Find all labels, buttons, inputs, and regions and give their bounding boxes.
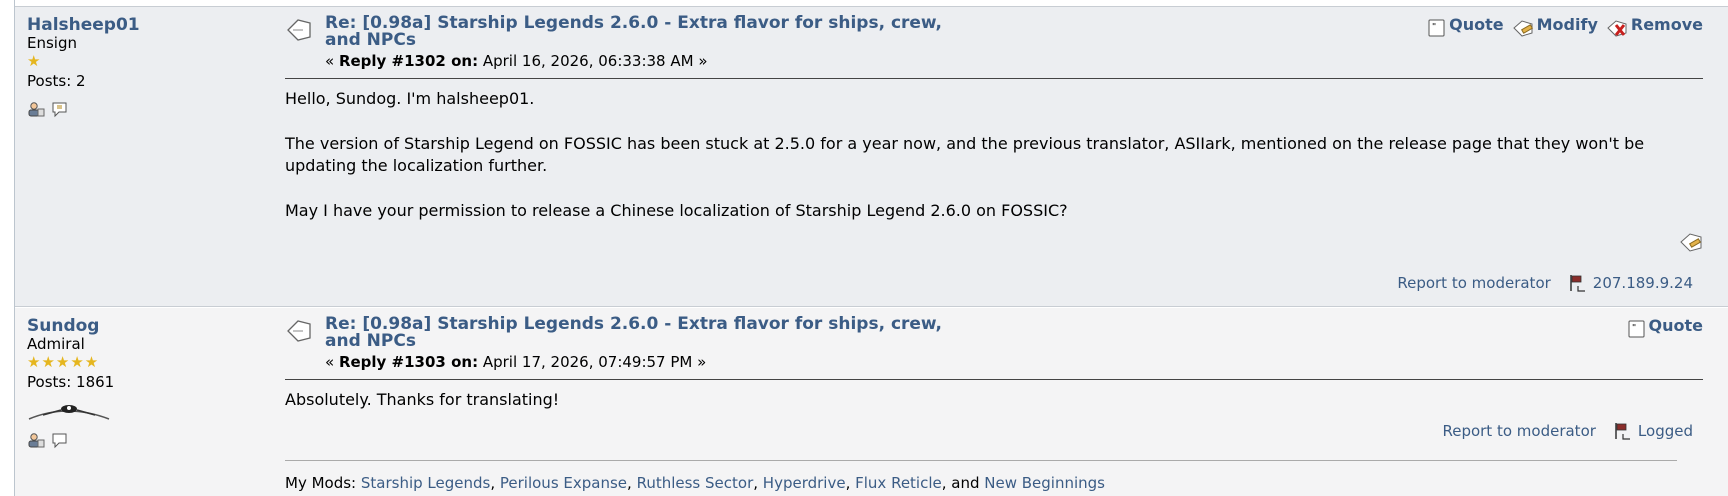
- post-body: Hello, Sundog. I'm halsheep01. The versi…: [285, 88, 1703, 245]
- quote-button[interactable]: " Quote: [1628, 316, 1703, 339]
- reply-number: Reply #1302 on:: [338, 52, 479, 70]
- post-subject-link[interactable]: Re: [0.98a] Starship Legends 2.6.0 - Ext…: [325, 15, 965, 49]
- mod-link-perilous-expanse[interactable]: Perilous Expanse: [500, 474, 627, 492]
- signature-divider: [285, 460, 1677, 461]
- reply-date: April 16, 2026, 06:33:38 AM »: [478, 52, 708, 70]
- quote-icon: ": [1628, 320, 1645, 338]
- personal-message-icon[interactable]: [51, 431, 69, 449]
- post-subject-link[interactable]: Re: [0.98a] Starship Legends 2.6.0 - Ext…: [325, 316, 965, 350]
- poster-info: Sundog Admiral ★★★★★ Posts: 1861: [27, 316, 267, 449]
- post-paragraph: Absolutely. Thanks for translating!: [285, 390, 560, 409]
- remove-button[interactable]: Remove: [1606, 15, 1703, 38]
- quote-button[interactable]: " Quote: [1428, 15, 1504, 38]
- modify-icon: [1512, 20, 1533, 37]
- quote-icon: ": [1428, 19, 1445, 37]
- post-divider: [285, 379, 1703, 380]
- post-paragraph: Hello, Sundog. I'm halsheep01.: [285, 89, 535, 108]
- post-meta: Report to moderator Logged: [1442, 422, 1693, 440]
- signature: My Mods: Starship Legends, Perilous Expa…: [285, 474, 1105, 492]
- reply-info: « Reply #1303 on: April 17, 2026, 07:49:…: [325, 353, 707, 371]
- rank-stars: ★★★★★: [27, 353, 100, 371]
- poster-info: Halsheep01 Ensign ★ Posts: 2: [27, 15, 267, 118]
- reply-number: Reply #1303 on:: [338, 353, 479, 371]
- mod-link-new-beginnings[interactable]: New Beginnings: [984, 474, 1105, 492]
- svg-text:": ": [1432, 22, 1436, 31]
- reply-info: « Reply #1302 on: April 16, 2026, 06:33:…: [325, 52, 708, 70]
- view-profile-icon[interactable]: [27, 100, 45, 118]
- mod-link-ruthless-sector[interactable]: Ruthless Sector: [637, 474, 754, 492]
- personal-message-icon[interactable]: [51, 100, 69, 118]
- poster-name-link[interactable]: Sundog: [27, 316, 267, 336]
- ip-flag-icon: [1615, 423, 1630, 440]
- ip-flag-icon: [1570, 275, 1585, 292]
- post-count: Posts: 2: [27, 72, 86, 90]
- forum-post: Sundog Admiral ★★★★★ Posts: 1861 Re: [0.…: [15, 308, 1728, 496]
- poster-rank: Admiral: [27, 335, 85, 353]
- logged-indicator: Logged: [1614, 422, 1693, 440]
- post-icon: [287, 320, 311, 342]
- post-divider: [285, 78, 1703, 79]
- post-count: Posts: 1861: [27, 373, 115, 391]
- poster-icons: [27, 100, 267, 118]
- poster-name-link[interactable]: Halsheep01: [27, 15, 267, 35]
- post-content: Re: [0.98a] Starship Legends 2.6.0 - Ext…: [285, 316, 1703, 496]
- quick-modify-icon[interactable]: [1679, 231, 1703, 253]
- ip-address: 207.189.9.24: [1569, 274, 1693, 292]
- topic-posts-container: Halsheep01 Ensign ★ Posts: 2 Re: [0.98a]…: [14, 0, 1728, 496]
- modify-button[interactable]: Modify: [1512, 15, 1598, 38]
- forum-post: Halsheep01 Ensign ★ Posts: 2 Re: [0.98a]…: [15, 6, 1728, 307]
- post-paragraph: The version of Starship Legend on FOSSIC…: [285, 134, 1645, 175]
- mod-link-flux-reticle[interactable]: Flux Reticle: [855, 474, 942, 492]
- mod-link-starship-legends[interactable]: Starship Legends: [361, 474, 490, 492]
- avatar: [28, 405, 110, 420]
- poster-icons: [27, 431, 267, 449]
- post-content: Re: [0.98a] Starship Legends 2.6.0 - Ext…: [285, 15, 1703, 300]
- post-paragraph: May I have your permission to release a …: [285, 201, 1068, 220]
- reply-date: April 17, 2026, 07:49:57 PM »: [478, 353, 707, 371]
- poster-rank: Ensign: [27, 34, 77, 52]
- remove-icon: [1607, 20, 1627, 37]
- mod-link-hyperdrive[interactable]: Hyperdrive: [763, 474, 846, 492]
- report-to-moderator-link[interactable]: Report to moderator: [1442, 422, 1595, 440]
- rank-stars: ★: [27, 52, 42, 70]
- view-profile-icon[interactable]: [27, 431, 45, 449]
- svg-text:": ": [1632, 323, 1636, 332]
- post-actions: " Quote Modify Remove: [1428, 15, 1703, 38]
- post-icon: [287, 19, 311, 41]
- report-to-moderator-link[interactable]: Report to moderator: [1397, 274, 1550, 292]
- post-actions: " Quote: [1628, 316, 1703, 339]
- post-meta: Report to moderator 207.189.9.24: [1397, 274, 1693, 292]
